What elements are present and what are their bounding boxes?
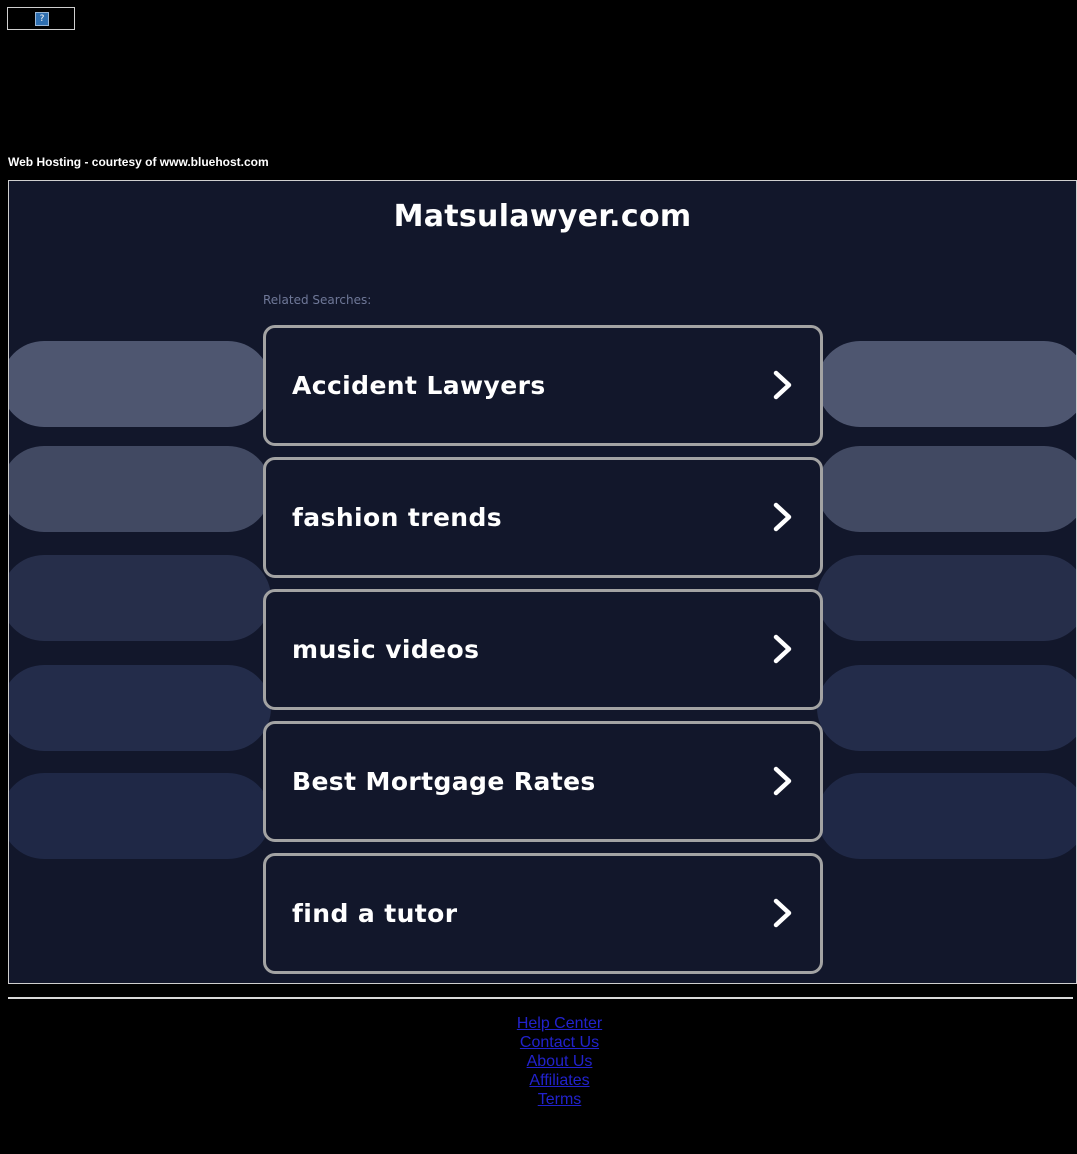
footer-divider: [8, 997, 1073, 999]
side-pill-right: [817, 665, 1076, 751]
footer-link-about-us[interactable]: About Us: [527, 1052, 593, 1071]
broken-image-icon: ?: [35, 12, 49, 26]
side-pill-right: [817, 555, 1076, 641]
side-pill-left: [9, 555, 271, 641]
footer-link-terms[interactable]: Terms: [538, 1090, 582, 1109]
footer-links: Help Center Contact Us About Us Affiliat…: [0, 1014, 1077, 1109]
search-card-find-a-tutor[interactable]: find a tutor: [263, 853, 823, 974]
parked-domain-panel: Matsulawyer.com Related Searches: Accide…: [8, 180, 1077, 984]
search-card-accident-lawyers[interactable]: Accident Lawyers: [263, 325, 823, 446]
search-card-best-mortgage-rates[interactable]: Best Mortgage Rates: [263, 721, 823, 842]
site-title: Matsulawyer.com: [393, 199, 692, 234]
chevron-right-icon: [773, 502, 792, 532]
side-pill-left: [9, 773, 271, 859]
footer-link-affiliates[interactable]: Affiliates: [529, 1071, 589, 1090]
search-card-label: fashion trends: [292, 503, 503, 532]
side-pill-right: [817, 446, 1076, 532]
chevron-right-icon: [773, 634, 792, 664]
chevron-right-icon: [773, 898, 792, 928]
related-searches-label: Related Searches:: [263, 293, 372, 307]
search-card-label: Best Mortgage Rates: [292, 767, 596, 796]
hosting-credit: Web Hosting - courtesy of www.bluehost.c…: [8, 155, 269, 169]
chevron-right-icon: [773, 766, 792, 796]
search-card-fashion-trends[interactable]: fashion trends: [263, 457, 823, 578]
chevron-right-icon: [773, 370, 792, 400]
side-pill-right: [817, 341, 1076, 427]
side-pill-left: [9, 446, 271, 532]
broken-image-box: ?: [7, 7, 75, 30]
side-pill-right: [817, 773, 1076, 859]
footer-link-help-center[interactable]: Help Center: [517, 1014, 602, 1033]
side-pill-left: [9, 665, 271, 751]
footer-link-contact-us[interactable]: Contact Us: [520, 1033, 599, 1052]
search-card-label: find a tutor: [292, 899, 458, 928]
search-card-label: Accident Lawyers: [292, 371, 546, 400]
search-card-label: music videos: [292, 635, 480, 664]
side-pill-left: [9, 341, 271, 427]
search-card-music-videos[interactable]: music videos: [263, 589, 823, 710]
